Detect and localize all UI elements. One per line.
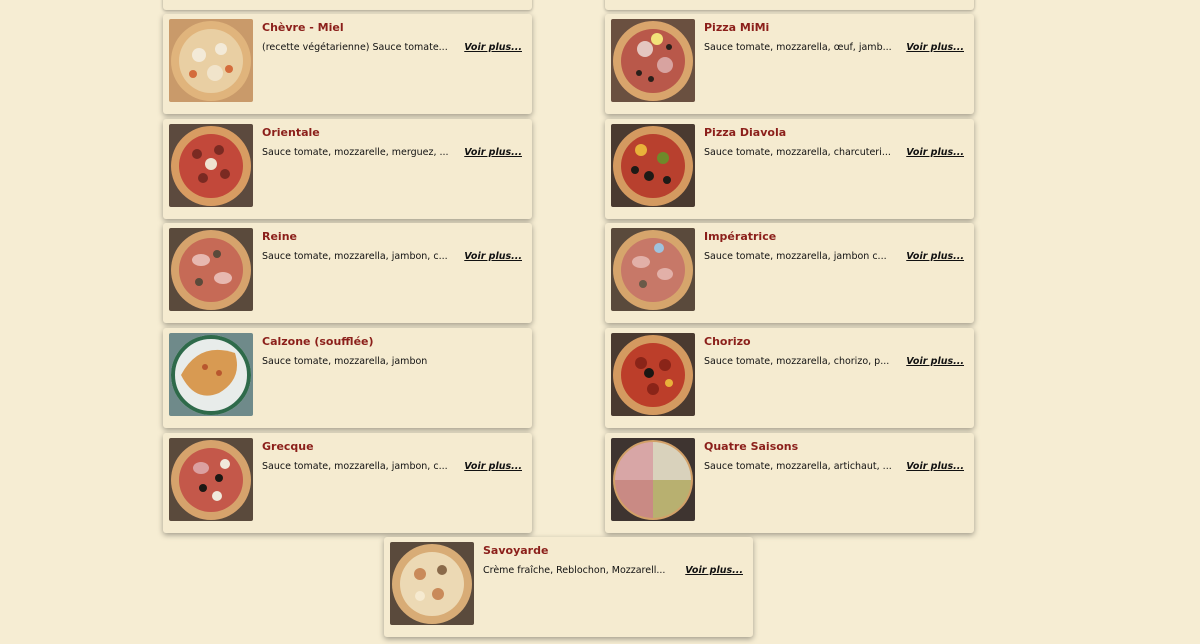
pizza-name: Savoyarde bbox=[483, 544, 549, 557]
see-more-link[interactable]: Voir plus... bbox=[906, 42, 964, 53]
pizza-description: Sauce tomate, mozzarelle, merguez, ... bbox=[262, 147, 449, 158]
pizza-name: Orientale bbox=[262, 126, 320, 139]
pizza-description: Sauce tomate, mozzarella, jambon bbox=[262, 356, 428, 367]
pizza-menu: Chèvre - Miel (recette végétarienne) Sau… bbox=[0, 0, 1200, 644]
pizza-goat-honey-photo bbox=[169, 19, 253, 102]
pizza-name: Grecque bbox=[262, 440, 314, 453]
pizza-name: Calzone (soufflée) bbox=[262, 335, 374, 348]
see-more-link[interactable]: Voir plus... bbox=[685, 565, 743, 576]
pizza-quatre-saisons-photo bbox=[611, 438, 695, 521]
see-more-link[interactable]: Voir plus... bbox=[464, 251, 522, 262]
pizza-card[interactable]: Impératrice Sauce tomate, mozzarella, ja… bbox=[605, 223, 974, 323]
pizza-description: Sauce tomate, mozzarella, œuf, jamb... bbox=[704, 42, 892, 53]
pizza-name: Quatre Saisons bbox=[704, 440, 799, 453]
pizza-chorizo-photo bbox=[611, 333, 695, 416]
pizza-savoyarde-photo bbox=[390, 542, 474, 625]
see-more-link[interactable]: Voir plus... bbox=[464, 461, 522, 472]
pizza-card[interactable]: Calzone (soufflée) Sauce tomate, mozzare… bbox=[163, 328, 532, 428]
pizza-description: Sauce tomate, mozzarella, artichaut, ... bbox=[704, 461, 892, 472]
see-more-link[interactable]: Voir plus... bbox=[906, 356, 964, 367]
pizza-card-clipped[interactable] bbox=[163, 0, 532, 10]
pizza-grecque-photo bbox=[169, 438, 253, 521]
pizza-reine-photo bbox=[169, 228, 253, 311]
see-more-link[interactable]: Voir plus... bbox=[906, 461, 964, 472]
pizza-calzone-photo bbox=[169, 333, 253, 416]
pizza-description: Sauce tomate, mozzarella, chorizo, p... bbox=[704, 356, 890, 367]
pizza-card[interactable]: Reine Sauce tomate, mozzarella, jambon, … bbox=[163, 223, 532, 323]
pizza-card[interactable]: Savoyarde Crème fraîche, Reblochon, Mozz… bbox=[384, 537, 753, 637]
pizza-card[interactable]: Orientale Sauce tomate, mozzarelle, merg… bbox=[163, 119, 532, 219]
pizza-card[interactable]: Quatre Saisons Sauce tomate, mozzarella,… bbox=[605, 433, 974, 533]
pizza-card-clipped[interactable] bbox=[605, 0, 974, 10]
pizza-description: (recette végétarienne) Sauce tomate... bbox=[262, 42, 448, 53]
see-more-link[interactable]: Voir plus... bbox=[464, 42, 522, 53]
pizza-description: Crème fraîche, Reblochon, Mozzarell... bbox=[483, 565, 666, 576]
pizza-name: Chèvre - Miel bbox=[262, 21, 344, 34]
pizza-card[interactable]: Pizza MiMi Sauce tomate, mozzarella, œuf… bbox=[605, 14, 974, 114]
pizza-name: Impératrice bbox=[704, 230, 777, 243]
pizza-name: Pizza Diavola bbox=[704, 126, 787, 139]
pizza-diavola-photo bbox=[611, 124, 695, 207]
see-more-link[interactable]: Voir plus... bbox=[906, 251, 964, 262]
see-more-link[interactable]: Voir plus... bbox=[906, 147, 964, 158]
pizza-card[interactable]: Chèvre - Miel (recette végétarienne) Sau… bbox=[163, 14, 532, 114]
pizza-card[interactable]: Grecque Sauce tomate, mozzarella, jambon… bbox=[163, 433, 532, 533]
pizza-orientale-photo bbox=[169, 124, 253, 207]
pizza-name: Pizza MiMi bbox=[704, 21, 770, 34]
pizza-card[interactable]: Pizza Diavola Sauce tomate, mozzarella, … bbox=[605, 119, 974, 219]
pizza-card[interactable]: Chorizo Sauce tomate, mozzarella, choriz… bbox=[605, 328, 974, 428]
pizza-name: Chorizo bbox=[704, 335, 751, 348]
pizza-description: Sauce tomate, mozzarella, jambon c... bbox=[704, 251, 887, 262]
pizza-description: Sauce tomate, mozzarella, jambon, c... bbox=[262, 251, 448, 262]
pizza-description: Sauce tomate, mozzarella, charcuteri... bbox=[704, 147, 891, 158]
pizza-description: Sauce tomate, mozzarella, jambon, c... bbox=[262, 461, 448, 472]
see-more-link[interactable]: Voir plus... bbox=[464, 147, 522, 158]
pizza-imperatrice-photo bbox=[611, 228, 695, 311]
pizza-mimi-photo bbox=[611, 19, 695, 102]
pizza-name: Reine bbox=[262, 230, 297, 243]
